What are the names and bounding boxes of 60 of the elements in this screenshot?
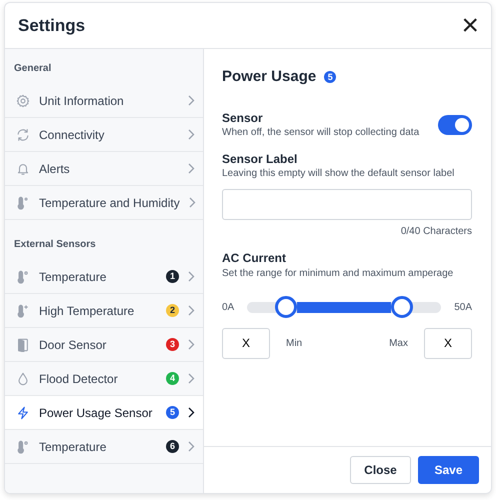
chevron-right-icon bbox=[188, 163, 195, 174]
gear-icon bbox=[16, 94, 30, 108]
sidebar-item[interactable]: Temperature 1 bbox=[5, 260, 203, 294]
bell-icon bbox=[16, 162, 30, 176]
count-badge: 1 bbox=[166, 270, 179, 283]
chevron-right-icon bbox=[188, 441, 195, 452]
chevron-right-icon bbox=[188, 373, 195, 384]
thermometer-icon bbox=[16, 270, 30, 284]
slider-max-label: 50A bbox=[454, 300, 472, 315]
max-caption: Max bbox=[389, 336, 408, 351]
thermometer-icon bbox=[16, 196, 30, 210]
min-field[interactable]: X bbox=[222, 328, 270, 359]
close-button[interactable]: × bbox=[461, 10, 479, 40]
field-hint: Set the range for minimum and maximum amperage bbox=[222, 266, 454, 281]
sidebar-item[interactable]: High Temperature 2 bbox=[5, 294, 203, 328]
count-badge: 2 bbox=[166, 304, 179, 317]
slider-handle[interactable] bbox=[275, 296, 298, 318]
count-badge: 5 bbox=[324, 71, 336, 84]
chevron-right-icon bbox=[188, 339, 195, 350]
sidebar-item[interactable]: Temperature 6 bbox=[5, 430, 203, 464]
slider-min-label: 0A bbox=[222, 300, 234, 315]
count-badge: 3 bbox=[166, 338, 179, 351]
character-counter: 0/40 Characters bbox=[400, 225, 472, 240]
chevron-right-icon bbox=[188, 129, 195, 140]
count-badge: 5 bbox=[166, 406, 179, 419]
sidebar-item[interactable]: Power Usage Sensor 5 bbox=[5, 396, 203, 430]
close-button[interactable]: Close bbox=[350, 456, 411, 484]
chevron-right-icon bbox=[188, 197, 196, 208]
door-icon bbox=[16, 338, 30, 352]
field-label: AC Current bbox=[222, 251, 288, 266]
field-label: Sensor Label bbox=[222, 152, 298, 166]
refresh-icon bbox=[16, 128, 30, 142]
chevron-right-icon bbox=[188, 407, 195, 418]
max-field[interactable]: X bbox=[424, 328, 472, 359]
window-title: Settings bbox=[18, 14, 86, 37]
sidebar-item[interactable]: Connectivity bbox=[5, 118, 203, 152]
field-hint: Leaving this empty will show the default sensor label bbox=[222, 167, 456, 182]
chevron-right-icon bbox=[188, 305, 195, 316]
save-button[interactable]: Save bbox=[418, 456, 479, 484]
sidebar-item[interactable]: Unit Information bbox=[5, 84, 203, 118]
text-field[interactable] bbox=[222, 189, 472, 220]
count-badge: 6 bbox=[166, 440, 179, 453]
bolt-icon bbox=[16, 406, 30, 420]
chevron-right-icon bbox=[188, 271, 195, 282]
field-hint: When off, the sensor will stop collecting data bbox=[222, 126, 420, 140]
section-heading: External Sensors bbox=[13, 238, 97, 252]
section-heading: General bbox=[13, 62, 52, 76]
min-caption: Min bbox=[286, 336, 302, 351]
sidebar-item[interactable]: Alerts bbox=[5, 152, 203, 186]
panel-title: Power Usage bbox=[222, 67, 316, 87]
slider-handle[interactable] bbox=[391, 296, 414, 318]
thermometer-icon bbox=[16, 440, 30, 454]
sidebar-item[interactable]: Temperature and Humidity bbox=[5, 186, 203, 220]
drop-icon bbox=[16, 372, 30, 386]
sensor-toggle[interactable] bbox=[438, 115, 472, 136]
sidebar-item[interactable]: Door Sensor 3 bbox=[5, 328, 203, 362]
thermometer-icon bbox=[16, 304, 30, 318]
field-label: Sensor bbox=[222, 110, 264, 125]
count-badge: 4 bbox=[166, 372, 179, 385]
chevron-right-icon bbox=[188, 95, 195, 106]
